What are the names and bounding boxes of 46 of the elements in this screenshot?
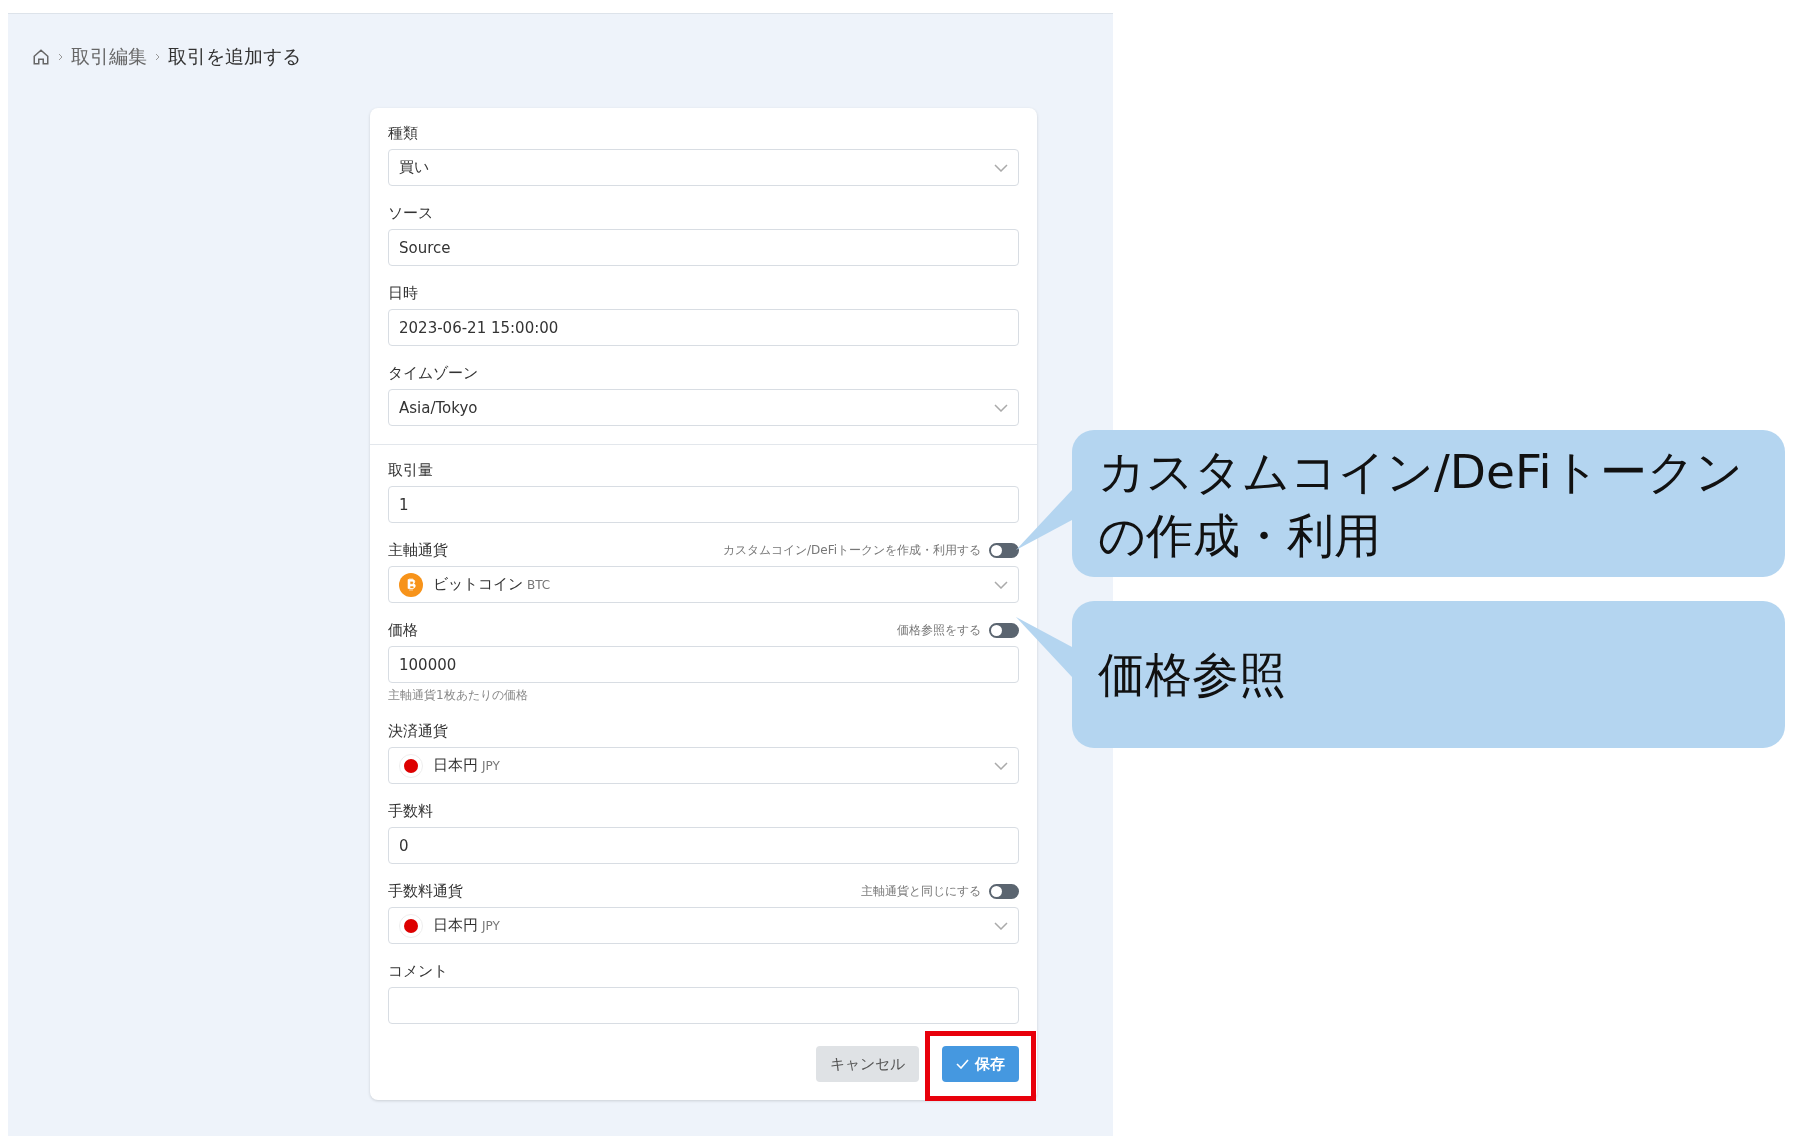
chevron-right-icon bbox=[58, 53, 63, 61]
chevron-down-icon bbox=[994, 403, 1008, 412]
toggle-label: カスタムコイン/DeFiトークンを作成・利用する bbox=[722, 542, 981, 559]
toggle-switch[interactable] bbox=[989, 884, 1019, 899]
bitcoin-icon bbox=[399, 572, 423, 597]
field-label: タイムゾーン bbox=[388, 364, 478, 383]
chevron-down-icon bbox=[994, 761, 1008, 770]
currency-select[interactable]: 日本円 JPY bbox=[388, 907, 1019, 944]
help-text: 主軸通貨1枚あたりの価格 bbox=[388, 687, 529, 704]
japan-flag-icon bbox=[399, 753, 423, 778]
field-label: 取引量 bbox=[388, 461, 433, 480]
input-field[interactable]: 2023-06-21 15:00:00 bbox=[388, 309, 1019, 346]
field-label: 決済通貨 bbox=[388, 722, 448, 741]
input-field[interactable]: Source bbox=[388, 229, 1019, 266]
chevron-down-icon bbox=[994, 580, 1008, 589]
toggle-switch[interactable] bbox=[989, 543, 1019, 558]
breadcrumb-link[interactable]: 取引を追加する bbox=[168, 44, 301, 70]
cancel-button[interactable]: キャンセル bbox=[816, 1046, 919, 1082]
home-icon[interactable] bbox=[32, 48, 50, 66]
currency-select[interactable]: 日本円 JPY bbox=[388, 747, 1019, 784]
select-field[interactable]: Asia/Tokyo bbox=[388, 389, 1019, 426]
field-label: 手数料 bbox=[388, 802, 433, 821]
field-label: 主軸通貨 bbox=[388, 541, 448, 560]
input-field[interactable]: 100000 bbox=[388, 646, 1019, 683]
input-field[interactable] bbox=[388, 987, 1019, 1024]
input-field[interactable]: 1 bbox=[388, 486, 1019, 523]
callout-text: カスタムコイン/DeFiトークンの作成・利用 bbox=[1098, 442, 1744, 565]
field-label: 種類 bbox=[388, 124, 418, 143]
field-label: 手数料通貨 bbox=[388, 882, 463, 901]
field-label: 価格 bbox=[388, 621, 418, 640]
chevron-right-icon bbox=[155, 53, 160, 61]
select-field[interactable]: 買い bbox=[388, 149, 1019, 186]
field-label: 日時 bbox=[388, 284, 418, 303]
check-icon bbox=[956, 1059, 969, 1069]
field-label: コメント bbox=[388, 962, 448, 981]
toggle-label: 価格参照をする bbox=[897, 622, 981, 639]
callout-text: 価格参照 bbox=[1098, 645, 1286, 704]
toggle-switch[interactable] bbox=[989, 623, 1019, 638]
toggle-label: 主軸通貨と同じにする bbox=[861, 883, 981, 900]
breadcrumb-link[interactable]: 取引編集 bbox=[71, 44, 147, 70]
currency-select[interactable]: ビットコイン BTC bbox=[388, 566, 1019, 603]
chevron-down-icon bbox=[994, 163, 1008, 172]
japan-flag-icon bbox=[399, 913, 423, 938]
field-label: ソース bbox=[388, 204, 433, 223]
chevron-down-icon bbox=[994, 921, 1008, 930]
input-field[interactable]: 0 bbox=[388, 827, 1019, 864]
